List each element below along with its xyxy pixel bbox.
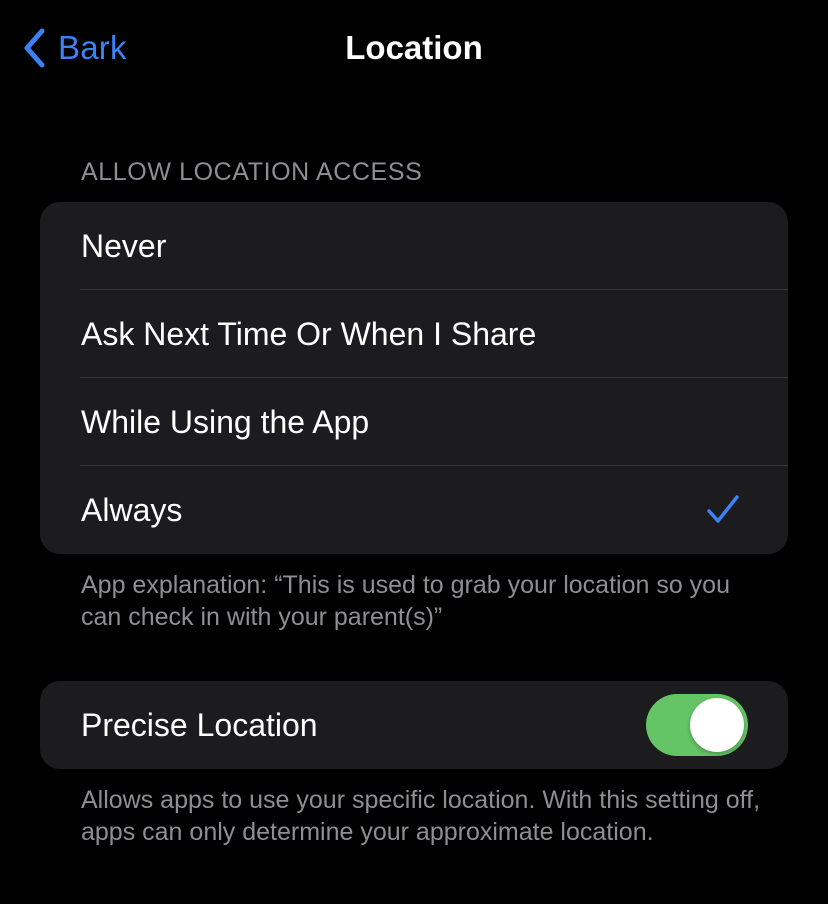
option-always[interactable]: Always — [40, 466, 788, 554]
option-label: Never — [81, 228, 167, 264]
option-while-using-app[interactable]: While Using the App — [40, 378, 788, 466]
toggle-knob — [690, 698, 744, 752]
option-label: While Using the App — [81, 404, 370, 440]
app-explanation-text: App explanation: “This is used to grab y… — [81, 571, 730, 631]
option-label: Ask Next Time Or When I Share — [81, 316, 537, 352]
precise-location-description: Allows apps to use your specific locatio… — [81, 786, 761, 846]
page-title: Location — [345, 29, 483, 66]
precise-location-toggle[interactable] — [646, 694, 748, 756]
precise-location-label: Precise Location — [81, 707, 318, 743]
option-label: Always — [81, 492, 183, 528]
location-access-options: Never Ask Next Time Or When I Share Whil… — [40, 202, 788, 554]
navigation-bar: Bark Location — [0, 0, 828, 96]
checkmark-icon — [706, 493, 740, 527]
precise-location-row: Precise Location — [40, 681, 788, 769]
option-never[interactable]: Never — [40, 202, 788, 290]
section-header-allow-location-access: ALLOW LOCATION ACCESS — [81, 158, 423, 186]
option-ask-next-time[interactable]: Ask Next Time Or When I Share — [40, 290, 788, 378]
